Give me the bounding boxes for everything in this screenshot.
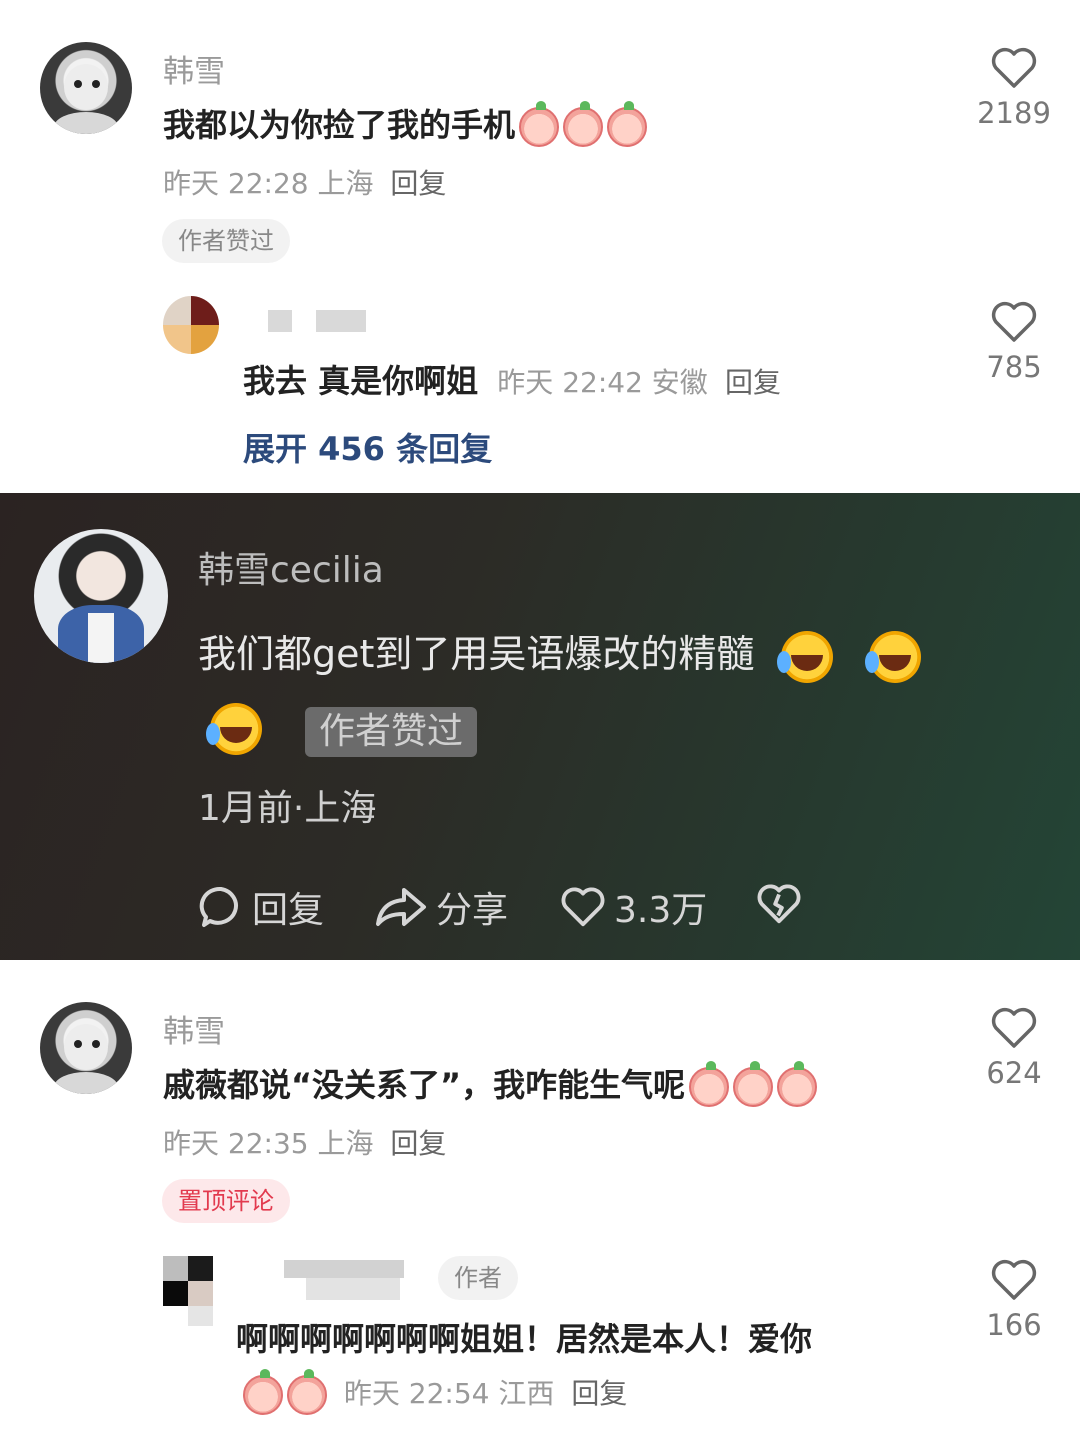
heart-icon[interactable] <box>990 300 1038 344</box>
comment-text-content: 戚薇都说“没关系了”，我咋能生气呢 <box>163 1066 686 1104</box>
blurred-username <box>316 310 366 332</box>
reply-label: 回复 <box>252 890 325 931</box>
reply-text: 我去 真是你啊姐 <box>243 362 479 400</box>
reply-button[interactable]: 回复 <box>725 366 781 399</box>
comment-text-content: 我都以为你捡了我的手机 <box>163 106 516 144</box>
like-action[interactable]: 3.3万 <box>560 881 707 933</box>
share-arrow-icon <box>376 888 426 926</box>
commenter-username[interactable]: 韩雪cecilia <box>198 541 384 593</box>
heart-icon[interactable] <box>990 46 1038 90</box>
like-count: 2189 <box>977 96 1051 130</box>
like-count: 624 <box>986 1056 1042 1090</box>
commenter-username[interactable]: 韩雪 <box>163 1006 225 1051</box>
reply-button[interactable]: 回复 <box>390 1127 446 1160</box>
comment-thread-top: 韩雪 我都以为你捡了我的手机 昨天 22:28 上海 回复 作者赞过 2189 … <box>0 0 1080 493</box>
comment-meta: 1月前·上海 <box>198 788 377 829</box>
share-action[interactable]: 分享 <box>374 881 508 933</box>
like-count: 166 <box>986 1308 1042 1342</box>
crying-peach-emoji-icon <box>519 101 560 147</box>
comment-text: 戚薇都说“没关系了”，我咋能生气呢 <box>163 1060 818 1107</box>
embedded-comment-screenshot: 韩雪cecilia 我们都get到了用吴语爆改的精髓 作者赞过 1月前·上海 回… <box>0 493 1080 960</box>
author-liked-badge: 作者赞过 <box>162 219 290 263</box>
like-button[interactable]: 785 <box>954 300 1074 384</box>
reply-button[interactable]: 回复 <box>571 1377 627 1410</box>
like-count: 3.3万 <box>614 890 708 931</box>
reply-action[interactable]: 回复 <box>198 881 324 933</box>
peach-emoji-icon <box>287 1369 327 1415</box>
expand-replies-link[interactable]: 展开 456 条回复 <box>243 424 492 470</box>
blurred-username <box>306 1278 400 1300</box>
like-button[interactable]: 624 <box>954 1006 1074 1090</box>
reply-time: 昨天 22:54 江西 <box>343 1377 555 1410</box>
heart-icon[interactable] <box>990 1006 1038 1050</box>
crying-peach-emoji-icon <box>607 101 648 147</box>
reply-meta: 昨天 22:54 江西 回复 <box>243 1369 627 1415</box>
commenter-avatar[interactable] <box>34 529 168 663</box>
heart-icon[interactable] <box>990 1258 1038 1302</box>
peach-emoji-icon <box>777 1061 818 1107</box>
commenter-avatar[interactable] <box>40 42 132 134</box>
reply-button[interactable]: 回复 <box>390 167 446 200</box>
crying-peach-emoji-icon <box>563 101 604 147</box>
author-badge: 作者 <box>438 1256 518 1300</box>
comment-time: 昨天 22:28 上海 <box>163 167 374 200</box>
reply-time: 昨天 22:42 安徽 <box>497 366 708 399</box>
peach-emoji-icon <box>689 1061 730 1107</box>
reply-line: 我去 真是你啊姐 昨天 22:42 安徽 回复 <box>243 356 781 402</box>
reply-avatar[interactable] <box>163 1256 213 1326</box>
comment-meta: 昨天 22:28 上海 回复 <box>163 162 446 202</box>
reply-text: 啊啊啊啊啊啊啊姐姐！居然是本人！爱你 <box>236 1320 813 1358</box>
comment-bubble-icon <box>199 886 238 927</box>
heart-icon <box>561 887 605 927</box>
broken-heart-icon <box>757 884 801 924</box>
laughing-crying-emoji-icon <box>776 630 833 683</box>
like-button[interactable]: 2189 <box>954 46 1074 130</box>
laughing-crying-emoji-icon <box>206 703 262 755</box>
like-button[interactable]: 166 <box>954 1258 1074 1342</box>
like-count: 785 <box>986 350 1042 384</box>
comment-text: 我们都get到了用吴语爆改的精髓 <box>198 623 921 683</box>
reply-avatar[interactable] <box>163 296 219 354</box>
laughing-crying-emoji-icon <box>864 630 921 683</box>
commenter-avatar[interactable] <box>40 1002 132 1094</box>
peach-emoji-icon <box>243 1369 283 1415</box>
comment-meta: 昨天 22:35 上海 回复 <box>163 1122 446 1162</box>
share-label: 分享 <box>436 890 509 931</box>
comment-text: 我都以为你捡了我的手机 <box>163 100 648 147</box>
comment-time: 昨天 22:35 上海 <box>163 1127 374 1160</box>
comment-thread-bottom: 韩雪 戚薇都说“没关系了”，我咋能生气呢 昨天 22:35 上海 回复 置顶评论… <box>0 960 1080 1440</box>
pinned-comment-badge: 置顶评论 <box>162 1179 290 1223</box>
dislike-action[interactable] <box>756 881 802 927</box>
peach-emoji-icon <box>733 1061 774 1107</box>
blurred-username <box>268 310 292 332</box>
blurred-username <box>284 1260 404 1278</box>
author-liked-badge: 作者赞过 <box>305 707 478 757</box>
comment-text-content: 我们都get到了用吴语爆改的精髓 <box>198 632 755 676</box>
commenter-username[interactable]: 韩雪 <box>163 46 225 91</box>
